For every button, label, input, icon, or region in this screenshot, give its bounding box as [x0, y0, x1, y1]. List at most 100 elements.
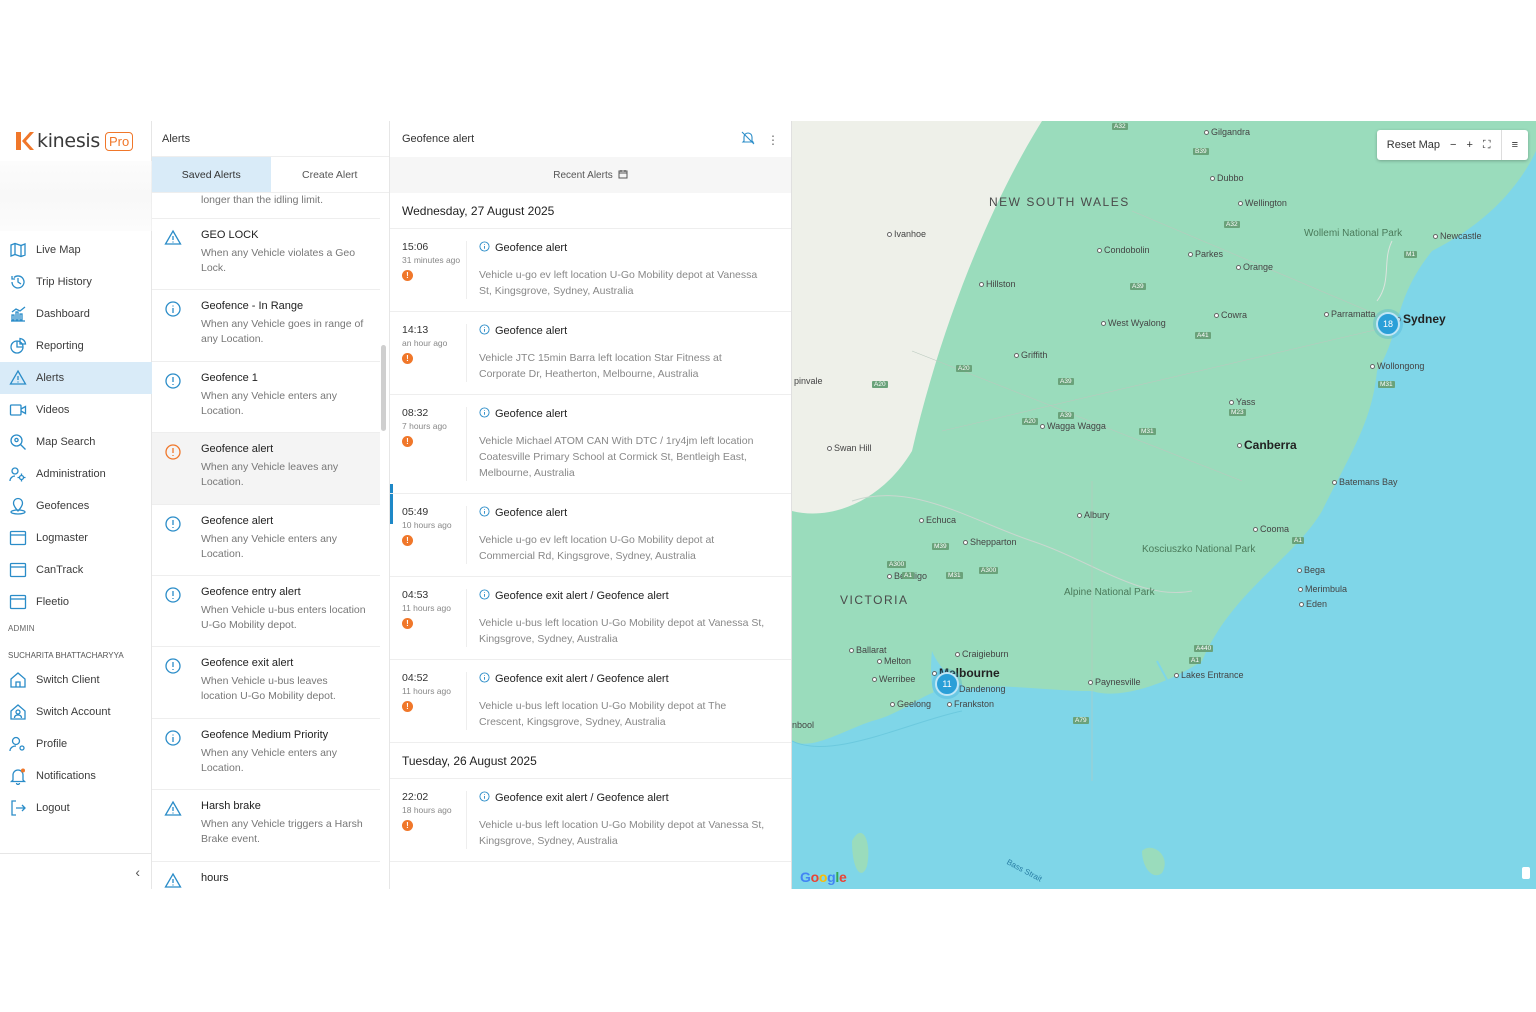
city-name: Wollongong: [1377, 361, 1425, 371]
city-name: Parramatta: [1331, 309, 1376, 319]
list-item[interactable]: Geofence exit alert When Vehicle u-bus l…: [152, 647, 380, 719]
zoom-in-icon[interactable]: +: [1466, 139, 1472, 151]
event-title: Geofence alert: [495, 325, 568, 337]
nav-item-cantrack[interactable]: CanTrack: [0, 554, 152, 586]
list-item[interactable]: GEO LOCK When any Vehicle violates a Geo…: [152, 219, 380, 291]
nav-item-switch-account[interactable]: Switch Account: [0, 696, 152, 728]
priority-dot-icon: !: [402, 618, 413, 629]
nav-item-administration[interactable]: Administration: [0, 458, 152, 490]
vehicle-cluster-marker[interactable]: 11: [935, 672, 959, 696]
event-title: Geofence exit alert / Geofence alert: [495, 792, 669, 804]
city-dot-icon: [955, 652, 960, 658]
nav-item-logout[interactable]: Logout: [0, 792, 152, 824]
road-shield: A300: [979, 567, 999, 574]
alert-event-row[interactable]: 04:53 11 hours ago! Geofence exit alert / …: [390, 577, 791, 660]
recent-alerts-label: Recent Alerts: [553, 169, 613, 181]
detail-actions: ⋮: [741, 131, 779, 148]
alert-detail-panel: Geofence alert ⋮ Recent Alerts Wednesday…: [390, 121, 792, 889]
nav-label: CanTrack: [36, 564, 84, 576]
alert-description: When Vehicle u-bus leaves location U-Go …: [201, 675, 336, 703]
list-item[interactable]: Geofence entry alert When Vehicle u-bus …: [152, 576, 380, 648]
city-label: Wollongong: [1370, 361, 1424, 371]
event-content: Geofence alert Vehicle Michael ATOM CAN W…: [466, 407, 781, 481]
nav-item-trip-history[interactable]: Trip History: [0, 266, 152, 298]
park-label: Kosciuszko National Park: [1142, 544, 1256, 555]
alert-event-row[interactable]: 22:02 18 hours ago! Geofence exit alert / …: [390, 779, 791, 862]
priority-dot-icon: !: [402, 701, 413, 712]
brand-name: kinesis: [37, 130, 100, 152]
nav-item-live-map[interactable]: Live Map: [0, 234, 152, 266]
city-name: Werribee: [879, 674, 916, 684]
collapse-sidebar-button[interactable]: ‹: [0, 853, 152, 889]
city-dot-icon: [979, 282, 984, 288]
nav-item-geofences[interactable]: Geofences: [0, 490, 152, 522]
city-dot-icon: [1077, 513, 1082, 519]
logmaster-icon: [9, 529, 27, 547]
city-name: Bega: [1304, 565, 1326, 575]
nav-item-alerts[interactable]: Alerts: [0, 362, 152, 394]
more-vertical-icon[interactable]: ⋮: [767, 134, 779, 146]
nav-item-switch-client[interactable]: Switch Client: [0, 664, 152, 696]
city-label: Condobolin: [1097, 245, 1150, 255]
mute-bell-icon[interactable]: [741, 131, 755, 148]
blurred-region: [0, 161, 152, 231]
zoom-out-icon[interactable]: −: [1450, 139, 1456, 151]
list-scrollbar[interactable]: [381, 345, 386, 431]
alert-event-row[interactable]: 08:32 7 hours ago! Geofence alert Vehicle M…: [390, 395, 791, 494]
google-logo: Google: [800, 869, 847, 885]
reset-map-button[interactable]: Reset Map: [1387, 139, 1440, 151]
tab-saved-alerts[interactable]: Saved Alerts: [152, 157, 271, 192]
alert-event-row[interactable]: 14:13 an hour ago! Geofence alert Vehicle J…: [390, 312, 791, 395]
nav-item-notifications[interactable]: Notifications: [0, 760, 152, 792]
map-scroll-handle[interactable]: [1522, 867, 1530, 879]
city-name: Sydney: [1403, 312, 1446, 326]
road-shield: A32: [1224, 221, 1240, 228]
info-circle-icon: [164, 300, 182, 318]
nav-item-reporting[interactable]: Reporting: [0, 330, 152, 362]
nav-item-profile[interactable]: Profile: [0, 728, 152, 760]
nav-item-logmaster[interactable]: Logmaster: [0, 522, 152, 554]
brand-logo[interactable]: kinesis Pro: [14, 129, 134, 153]
city-name: Shepparton: [970, 537, 1017, 547]
vehicle-cluster-marker[interactable]: 18: [1376, 312, 1400, 336]
nav-item-fleetio[interactable]: Fleetio: [0, 586, 152, 618]
nav-item-map-search[interactable]: Map Search: [0, 426, 152, 458]
hidden-nav-item: [0, 638, 152, 646]
city-label: Ballarat: [849, 645, 887, 655]
alert-event-row[interactable]: 04:52 11 hours ago! Geofence exit alert / …: [390, 660, 791, 743]
city-dot-icon: [1332, 480, 1337, 486]
menu-icon[interactable]: ≡: [1512, 139, 1518, 151]
nav-item-videos[interactable]: Videos: [0, 394, 152, 426]
city-label: Echuca: [919, 515, 956, 525]
recent-alerts-button[interactable]: Recent Alerts: [390, 157, 791, 193]
event-relative-time: 31 minutes ago: [402, 255, 461, 265]
alert-description: When any Vehicle enters any Location.: [201, 532, 337, 560]
fullscreen-icon[interactable]: ⛶: [1483, 139, 1491, 152]
city-dot-icon: [1040, 424, 1045, 430]
nav-item-dashboard[interactable]: Dashboard: [0, 298, 152, 330]
list-item[interactable]: Geofence - In Range When any Vehicle goe…: [152, 290, 380, 362]
list-item[interactable]: hours: [152, 862, 380, 889]
road-shield: A39: [1130, 283, 1146, 290]
alert-description: When any Vehicle leaves any Location.: [201, 461, 339, 489]
priority-dot-icon: !: [402, 535, 413, 546]
city-name: Ballarat: [856, 645, 887, 655]
alert-event-row[interactable]: 15:06 31 minutes ago! Geofence alert Vehicl…: [390, 229, 791, 312]
tab-create-alert[interactable]: Create Alert: [271, 157, 390, 192]
city-dot-icon: [1097, 248, 1102, 254]
list-item[interactable]: Harsh brake When any Vehicle triggers a …: [152, 790, 380, 862]
map-search-icon: [9, 433, 27, 451]
city-dot-icon: [877, 659, 882, 665]
alert-name: Geofence 1: [201, 371, 258, 384]
list-item[interactable]: Geofence Medium Priority When any Vehicl…: [152, 719, 380, 791]
list-item-selected[interactable]: Geofence alert When any Vehicle leaves a…: [152, 433, 380, 505]
event-relative-time: an hour ago: [402, 338, 448, 348]
list-item[interactable]: Geofence alert When any Vehicle enters a…: [152, 505, 380, 576]
alert-history: Wednesday, 27 August 2025 15:06 31 minutes…: [390, 193, 791, 862]
alert-name: Geofence alert: [201, 514, 274, 527]
map-view[interactable]: Reset Map − + ⛶ ≡ NEW SOUTH WALES VICTOR…: [792, 121, 1536, 889]
road-shield: A32: [1112, 123, 1128, 130]
list-item[interactable]: Geofence 1 When any Vehicle enters any L…: [152, 362, 380, 434]
alert-event-row[interactable]: 05:49 10 hours ago! Geofence alert Vehicle …: [390, 494, 791, 577]
event-message: Vehicle JTC 15min Barra left location St…: [479, 352, 722, 380]
